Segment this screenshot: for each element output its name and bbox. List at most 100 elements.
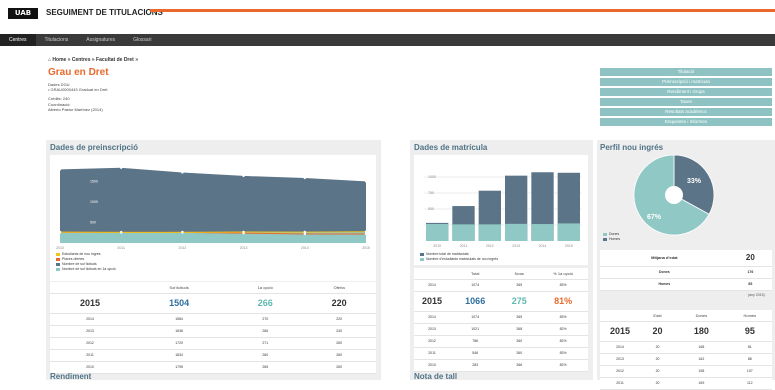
preinscripcio-table: Sol·licituds 1a opció Oferta 2015 1504 266 22…	[50, 282, 376, 374]
matricula-chart: 1000750500250201020112012201320142015	[424, 172, 582, 248]
col-header: Sol·licituds	[130, 282, 229, 294]
x-tick-label: 2015	[362, 246, 370, 250]
btn-titulacio[interactable]: Titulació	[600, 68, 772, 76]
main-nav: Centres Titulacions Assignatures Glossar…	[0, 34, 775, 46]
info-code: • GRAU0000443 Graduat en Dret	[48, 87, 108, 93]
table-row: 2014 1074 265 83%	[414, 311, 588, 324]
col-header: 1a opció	[228, 282, 303, 294]
table-row: 2012 1720 271 260	[50, 337, 376, 350]
bar-nou-ingres	[478, 224, 501, 241]
perfil-pie-chart: 33% 67%	[633, 154, 715, 236]
table-row: 2010 1795 265 260	[50, 361, 376, 374]
bar-nou-ingres	[505, 223, 528, 241]
pie-hole	[665, 186, 683, 204]
btn-taxes[interactable]: Taxes	[600, 98, 772, 106]
table-row: 2010 283 266 82%	[414, 359, 588, 372]
data-point	[364, 230, 368, 233]
table-row: 2015 20 180 95	[600, 321, 772, 342]
data-point	[242, 230, 245, 234]
app-title[interactable]: SEGUIMENT DE TITULACIONS	[46, 8, 163, 17]
series-line	[59, 231, 367, 233]
x-tick-label: 2012	[179, 246, 187, 250]
btn-preinscripcio[interactable]: Preinscripció i matrícula	[600, 78, 772, 86]
bar-nou-ingres	[452, 224, 475, 241]
x-tick-label: 2015	[565, 244, 573, 248]
table-row: 2014 20 168 81	[600, 341, 772, 354]
table-row: 2013 1021 268 82%	[414, 323, 588, 336]
btn-rendiment[interactable]: Rendiment i Grups	[600, 88, 772, 96]
table-row: 2015 1066 275 81%	[414, 291, 588, 312]
table-row: 2011 546 260 83%	[414, 347, 588, 360]
x-tick-label: 2010	[56, 246, 64, 250]
perfil-title: Perfil nou ingrés	[600, 143, 664, 152]
degree-info: Dades DGU • GRAU0000443 Graduat en Dret …	[48, 82, 107, 112]
bar-nou-ingres	[531, 224, 554, 241]
table-row: 2014 1074 265 83%	[414, 279, 588, 292]
perfil-summary-table: Mitjana d'edat 20 Dones 176 Homes 85	[600, 250, 772, 291]
table-row: 2015 1504 266 220	[50, 293, 376, 314]
col-header: Edat	[640, 310, 676, 322]
table-row: Homes 85	[600, 278, 772, 291]
table-row: Mitjana d'edat 20	[600, 250, 772, 267]
y-tick-label: 500	[90, 221, 96, 225]
y-tick-label: 500	[428, 207, 434, 211]
data-point	[58, 168, 62, 171]
uab-logo[interactable]: UAB	[8, 8, 38, 19]
y-tick-label: 750	[428, 191, 434, 195]
nav-assignatures[interactable]: Assignatures	[77, 34, 124, 46]
table-row: 2012 20 158 107	[600, 365, 772, 378]
info-coordinator: Alberto Pastor Martínez (2014)	[48, 106, 103, 112]
btn-enquestes[interactable]: Enquestes i Informes	[600, 118, 772, 126]
table-row: 2011 20 169 112	[600, 377, 772, 390]
matricula-legend: Nombre total de matriculats Nombre d'est…	[420, 252, 498, 262]
col-header: % 1a opció	[538, 268, 588, 280]
btn-resultats[interactable]: Resultats acadèmics	[600, 108, 772, 116]
nav-titulacions[interactable]: Titulacions	[36, 34, 78, 46]
bar-nou-ingres	[557, 223, 580, 241]
nav-centres[interactable]: Centres	[0, 34, 36, 46]
data-point	[181, 171, 184, 174]
data-point	[303, 176, 306, 180]
y-tick-label: 1500	[90, 180, 98, 184]
nav-glossari[interactable]: Glossari	[124, 34, 160, 46]
x-tick-label: 2013	[512, 244, 520, 248]
table-row: 2014 1584 270 220	[50, 313, 376, 326]
data-point	[120, 166, 123, 170]
col-header: Total	[450, 268, 501, 280]
matricula-table: Total Nous% 1a opció 2014 1074 265 83% 2015 1…	[414, 268, 588, 372]
data-point	[364, 180, 368, 183]
matricula-chart-box: 1000750500250201020112012201320142015 No…	[414, 155, 588, 265]
x-tick-label: 2011	[460, 244, 468, 248]
perfil-legend: Dones Homes	[603, 232, 620, 242]
table-row: 2013 1636 266 240	[50, 325, 376, 338]
year-note: (any 2015)	[748, 293, 765, 297]
data-point	[58, 230, 62, 234]
col-header: Nous	[500, 268, 539, 280]
y-tick-label: 1000	[428, 175, 436, 179]
bar-nou-ingres	[426, 223, 449, 241]
matricula-title: Dades de matrícula	[414, 143, 488, 152]
preinscripcio-title: Dades de preinscripció	[50, 143, 139, 152]
preinscripcio-chart: 1500 1000 500 2010 2011 2012 2013 2014 2015	[56, 166, 370, 250]
data-point	[364, 232, 368, 236]
col-header: Oferta	[302, 282, 376, 294]
col-header: Homes	[727, 310, 772, 322]
page-title: Grau en Dret	[48, 67, 109, 78]
y-tick-label: 1000	[90, 200, 98, 204]
breadcrumb[interactable]: ⌂ Home » Centres » Facultat de Dret »	[48, 57, 138, 63]
legend-item: Nombre d'estudiants matriculats de nou i…	[420, 257, 498, 262]
header-accent-bar	[150, 9, 775, 12]
x-tick-label: 2010	[433, 244, 441, 248]
preinscripcio-legend: Estudiants de nou ingrés Places ofertes …	[56, 252, 116, 272]
pie-label: 67%	[647, 214, 662, 221]
x-tick-label: 2013	[240, 246, 248, 250]
table-row: 2012 786 260 82%	[414, 335, 588, 348]
x-tick-label: 2012	[486, 244, 494, 248]
table-row: 2013 20 162 88	[600, 353, 772, 366]
x-tick-label: 2014	[301, 246, 309, 250]
pie-label: 33%	[687, 178, 702, 185]
col-header: Dones	[675, 310, 728, 322]
app-header: UAB SEGUIMENT DE TITULACIONS	[0, 0, 775, 30]
data-point	[242, 174, 245, 178]
perfil-table: Edat Dones Homes 2015 20 180 95 2014 20 168 81 2…	[600, 310, 772, 390]
